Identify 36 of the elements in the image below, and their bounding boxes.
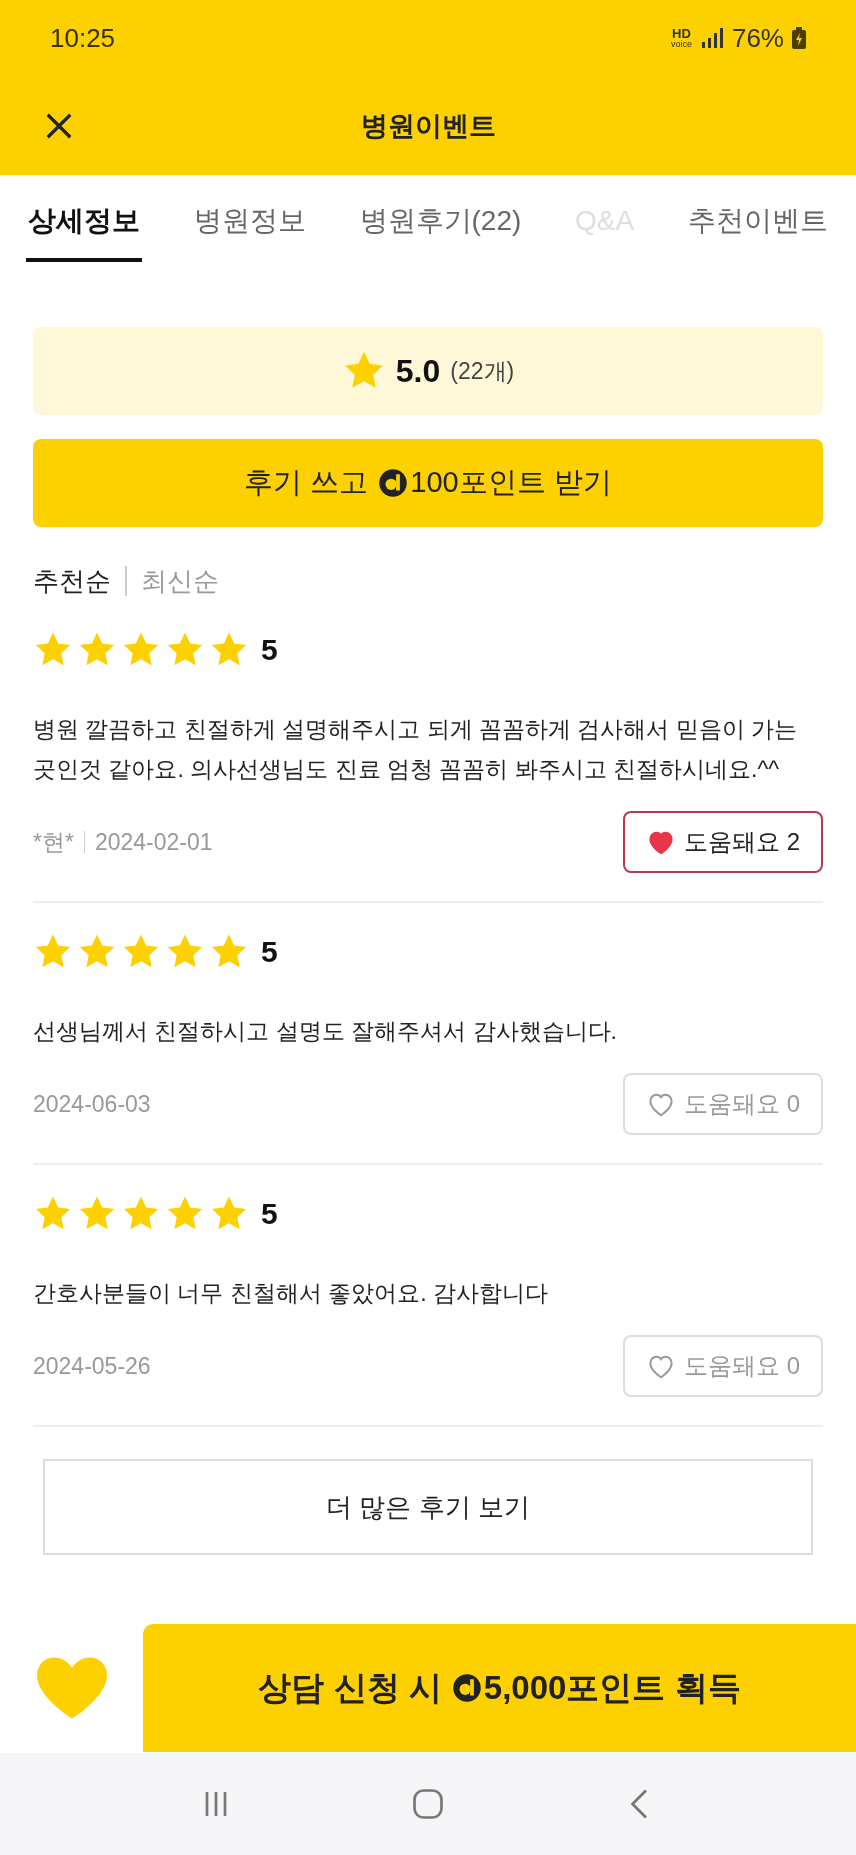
- battery-percent: 76%: [731, 22, 784, 54]
- average-score: 5.0: [395, 352, 441, 390]
- point-coin-icon: [451, 1673, 482, 1703]
- review-date: 2024-02-01: [94, 828, 213, 856]
- voice-label: voice: [670, 40, 692, 49]
- battery-charging-icon: [792, 27, 806, 49]
- review-count: (22개): [450, 356, 515, 386]
- tab[interactable]: 추천이벤트: [686, 188, 830, 262]
- write-review-button[interactable]: 후기 쓰고 100포인트 받기: [33, 439, 823, 527]
- review-text: 간호사분들이 너무 친철해서 좋았어요. 감사합니다: [33, 1279, 549, 1308]
- review-date: 2024-06-03: [33, 1090, 151, 1118]
- review-rating: 5: [261, 935, 278, 969]
- review-rating: 5: [261, 633, 278, 667]
- button-label: 상담 신청 시: [258, 1667, 442, 1708]
- header-title: 병원이벤트: [360, 109, 496, 143]
- review-date: 2024-05-26: [33, 1352, 151, 1380]
- more-reviews-button[interactable]: 더 많은 후기 보기: [43, 1459, 813, 1555]
- tab[interactable]: 병원정보: [191, 188, 308, 262]
- helpful-button[interactable]: 도움돼요 2: [623, 811, 823, 873]
- review-text: 선생님께서 친절하시고 설명도 잘해주셔서 감사했습니다.: [33, 1017, 618, 1046]
- review-author: *현*: [33, 827, 74, 857]
- button-label: 후기 쓰고: [244, 465, 369, 500]
- consult-button[interactable]: 상담 신청 시 5,000포인트 획득: [143, 1624, 856, 1752]
- tab[interactable]: 병원후기(22): [357, 188, 524, 262]
- button-label: 100포인트 받기: [410, 465, 612, 500]
- tab[interactable]: 상세정보: [26, 188, 142, 262]
- review-text: 병원 깔끔하고 친절하게 설명해주시고 되게 꼼꼼하게 검사해서 믿음이 가는 곳인것 같아요. 의사선생님도 진료 엄청 꼼꼼히 봐주시고 친절하시네요.^^: [33, 715, 799, 784]
- button-label: 5,000포인트 획득: [483, 1667, 741, 1708]
- hd-voice-label: HD: [672, 27, 691, 40]
- status-time: 10:25: [50, 22, 116, 54]
- heart-icon: [34, 1656, 109, 1720]
- point-coin-icon: [378, 468, 409, 498]
- sort-option[interactable]: 추천순: [33, 563, 111, 599]
- signal-icon: [699, 26, 724, 50]
- home-icon[interactable]: [410, 1786, 446, 1822]
- review-rating: 5: [261, 1197, 278, 1231]
